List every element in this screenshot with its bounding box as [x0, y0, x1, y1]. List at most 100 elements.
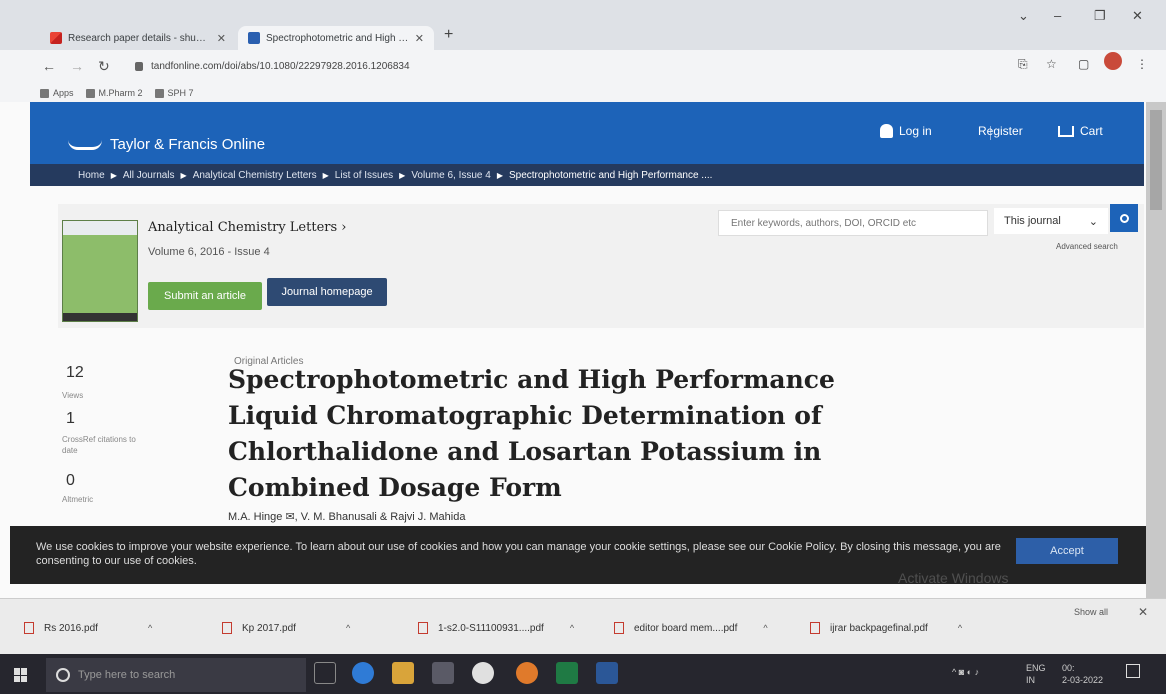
close-icon[interactable]: ✕ [217, 32, 226, 45]
chevron-down-icon: ⌄ [1088, 215, 1098, 228]
advanced-search-link[interactable]: Advanced search [1056, 242, 1118, 251]
journal-homepage-button[interactable]: Journal homepage [267, 278, 387, 306]
taskbar-search[interactable]: Type here to search [46, 658, 306, 692]
avatar[interactable] [1104, 52, 1122, 70]
chevron-up-icon[interactable]: ^ [763, 623, 767, 633]
bookmark-mpharm2[interactable]: M.Pharm 2 [85, 88, 143, 98]
edge-icon[interactable] [352, 662, 374, 684]
journal-name-link[interactable]: Analytical Chemistry Letters › [148, 220, 347, 235]
forward-button[interactable]: → [70, 58, 84, 74]
breadcrumb-home[interactable]: Home [78, 170, 105, 181]
new-tab-button[interactable]: + [444, 26, 453, 44]
search-button[interactable] [1110, 204, 1138, 232]
download-item[interactable]: Rs 2016.pdf ^ [24, 617, 152, 639]
star-icon[interactable]: ☆ [1046, 57, 1057, 71]
chrome-icon[interactable] [472, 662, 494, 684]
chevron-up-icon[interactable]: ^ [346, 623, 350, 633]
chevron-down-icon[interactable]: ⌄ [1018, 8, 1029, 24]
tray-lang[interactable]: ENG IN [1026, 662, 1046, 686]
url-text: tandfonline.com/doi/abs/10.1080/22297928… [151, 60, 410, 72]
chevron-right-icon: ▶ [110, 170, 117, 180]
download-item[interactable]: ijrar backpagefinal.pdf ^ [810, 617, 962, 639]
user-icon [880, 124, 893, 138]
site-logo[interactable]: Taylor & Francis Online [68, 136, 265, 153]
cover-bottom [63, 313, 137, 321]
lock-icon [135, 61, 143, 71]
breadcrumb-journal[interactable]: Analytical Chemistry Letters [193, 170, 317, 181]
breadcrumb-volume[interactable]: Volume 6, Issue 4 [411, 170, 491, 181]
task-view-icon[interactable] [314, 662, 336, 684]
store-icon[interactable] [432, 662, 454, 684]
excel-icon[interactable] [556, 662, 578, 684]
notification-icon[interactable] [1126, 664, 1140, 678]
altmetric-label[interactable]: Altmetric [62, 494, 93, 505]
breadcrumb-list-of-issues[interactable]: List of Issues [335, 170, 393, 181]
tab-label: Research paper details - shuch... [68, 32, 211, 44]
journal-cover[interactable] [62, 220, 138, 322]
tray-clock[interactable]: 00: 2-03-2022 [1062, 662, 1103, 686]
chevron-up-icon[interactable]: ^ [958, 623, 962, 633]
cart-link[interactable]: Cart [1058, 124, 1103, 138]
page-viewport: Taylor & Francis Online Log in Register … [0, 102, 1146, 598]
download-item[interactable]: Kp 2017.pdf ^ [222, 617, 350, 639]
gmail-icon [50, 32, 62, 44]
address-bar[interactable]: tandfonline.com/doi/abs/10.1080/22297928… [125, 54, 1005, 78]
breadcrumb-all-journals[interactable]: All Journals [123, 170, 175, 181]
minimize-button[interactable]: – [1054, 8, 1061, 23]
cover-top [63, 221, 137, 235]
chevron-right-icon: ▶ [180, 170, 187, 180]
ship-logo-icon [68, 140, 102, 150]
accept-cookies-button[interactable]: Accept [1016, 538, 1118, 564]
chevron-right-icon: ▶ [496, 170, 503, 180]
pdf-file-icon [810, 622, 820, 634]
search-input[interactable] [718, 210, 988, 236]
article-authors[interactable]: M.A. Hinge ✉, V. M. Bhanusali & Rajvi J.… [228, 510, 465, 523]
tray-icons[interactable]: ^ ◙ ◐ ♪ [952, 666, 979, 678]
tab-label: Spectrophotometric and High P... [266, 32, 409, 44]
close-icon[interactable]: ✕ [415, 32, 424, 45]
apps-grid-icon [40, 88, 49, 98]
file-explorer-icon[interactable] [392, 662, 414, 684]
site-header: Taylor & Francis Online Log in Register … [30, 102, 1144, 164]
reload-button[interactable]: ↻ [98, 58, 110, 75]
search-scope-select[interactable]: This journal ⌄ [994, 208, 1108, 234]
login-link[interactable]: Log in [880, 124, 932, 138]
breadcrumb-current: Spectrophotometric and High Performance … [508, 169, 713, 181]
install-icon[interactable]: ⎘ [1018, 57, 1028, 72]
bookmark-sph7[interactable]: SPH 7 [154, 88, 194, 98]
back-button[interactable]: ← [42, 58, 56, 74]
word-icon[interactable] [596, 662, 618, 684]
search-icon [1119, 213, 1129, 223]
bookmark-apps[interactable]: Apps [40, 88, 74, 98]
download-item[interactable]: 1-s2.0-S11100931....pdf ^ [418, 617, 574, 639]
pdf-file-icon [24, 622, 34, 634]
bookmark-icon [154, 88, 164, 98]
firefox-icon[interactable] [516, 662, 538, 684]
chevron-up-icon[interactable]: ^ [148, 623, 152, 633]
sidebar-icon[interactable]: ▢ [1078, 57, 1089, 71]
chevron-up-icon[interactable]: ^ [570, 623, 574, 633]
register-link[interactable]: Register [978, 124, 1023, 138]
close-icon[interactable]: ✕ [1138, 605, 1148, 619]
tab-spectrophotometric[interactable]: Spectrophotometric and High P... ✕ [238, 26, 434, 50]
cortana-icon [56, 668, 70, 682]
close-window-button[interactable]: ✕ [1132, 8, 1143, 24]
crossref-label: CrossRef citations to date [62, 435, 136, 455]
tab-research-paper-details[interactable]: Research paper details - shuch... ✕ [40, 26, 236, 50]
downloads-shelf: Rs 2016.pdf ^ Kp 2017.pdf ^ 1-s2.0-S1110… [0, 598, 1166, 654]
pdf-file-icon [614, 622, 624, 634]
crossref-count: 1 [66, 410, 75, 427]
cookie-message: We use cookies to improve your website e… [36, 541, 1001, 567]
journal-volume: Volume 6, 2016 - Issue 4 [148, 246, 270, 258]
menu-icon[interactable]: ⋮ [1136, 57, 1148, 71]
chevron-right-icon: ▶ [399, 170, 406, 180]
scrollbar-thumb[interactable] [1150, 110, 1162, 210]
show-all-downloads-link[interactable]: Show all [1074, 607, 1108, 617]
windows-taskbar: Type here to search ^ ◙ ◐ ♪ ENG IN 00: 2-0… [0, 654, 1166, 694]
submit-article-button[interactable]: Submit an article [148, 282, 262, 310]
bookmark-icon [85, 88, 95, 98]
windows-start-icon[interactable] [14, 668, 28, 682]
chevron-right-icon: ▶ [322, 170, 329, 180]
maximize-button[interactable]: ❐ [1094, 8, 1106, 24]
download-item[interactable]: editor board mem....pdf ^ [614, 617, 768, 639]
